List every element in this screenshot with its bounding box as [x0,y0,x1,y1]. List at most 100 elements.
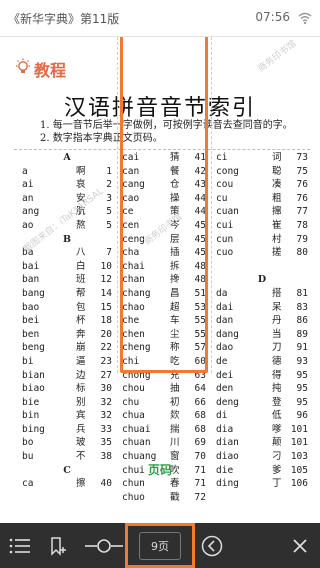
page-number: 73 [296,152,308,163]
page-slider[interactable] [82,523,126,568]
back-button[interactable] [192,523,232,568]
pinyin: chuan [122,437,151,449]
index-row: da 搭 81 [216,287,308,301]
index-row: ci 词 73 [216,151,308,165]
index-row: chou 抽 64 [122,382,206,396]
status-time: 07:56 [255,10,290,24]
page-number: 5 [106,206,112,218]
page-number: 83 [296,301,308,313]
page-number: 1 [106,165,112,177]
index-row: ban 班 12 [22,273,112,287]
index-row: bao 包 15 [22,301,112,315]
index-row: cui 崔 78 [216,219,308,233]
index-row: dan 丹 86 [216,314,308,328]
index-row: a 啊 1 [22,165,112,179]
index-row: dao 刀 91 [216,341,308,355]
example-character: 登 [272,396,282,408]
pinyin: beng [22,342,45,354]
pinyin: da [216,287,228,299]
close-icon [292,538,308,554]
page-number-caption: 页码 [147,463,172,477]
example-character: 撺 [272,206,282,218]
pinyin: dang [216,328,239,340]
index-row: bie 别 32 [22,396,112,410]
pinyin: bi [22,355,34,367]
index-letter-heading: D [257,274,267,286]
column-divider [211,37,212,373]
page-number-button[interactable]: 9页 [125,523,195,568]
example-character: 包 [76,301,86,313]
page-number: 72 [194,491,206,503]
index-row: bang 帮 14 [22,287,112,301]
close-button[interactable] [280,523,320,568]
pinyin: cong [216,165,239,177]
section-title: 教程 [34,61,67,80]
example-character: 刀 [272,342,282,354]
pinyin: cun [216,233,234,245]
pinyin: bie [22,396,40,408]
page-number: 35 [100,437,112,449]
index-row: dei 得 95 [216,369,308,383]
example-character: 扽 [272,383,282,395]
pinyin: ban [22,274,40,286]
pinyin: ang [22,206,40,218]
index-row: bei 杯 18 [22,314,112,328]
index-row: ben 奔 20 [22,328,112,342]
example-character: 宾 [76,410,86,422]
page-number: 106 [290,478,308,490]
page-number: 33 [100,423,112,435]
pinyin: dao [216,342,234,354]
pinyin: chu [122,396,140,408]
pinyin: ben [22,328,40,340]
pinyin: chua [122,410,145,422]
bookmark-add-button[interactable] [38,523,78,568]
example-character: 揣 [170,423,180,435]
page-number: 20 [100,328,112,340]
watermark: 商务印书馆 [256,38,299,75]
pinyin: cu [216,192,228,204]
page-content: 教程 汉语拼音音节索引 1. 每一音节后举一字做例，可按例字读音去查同音的字。 … [0,37,320,523]
menu-list-button[interactable] [0,523,40,568]
page-number: 95 [296,383,308,395]
pinyin: bin [22,410,40,422]
bulb-icon [14,58,32,76]
example-character: 德 [272,355,282,367]
pinyin: ci [216,152,228,163]
page-number: 77 [296,206,308,218]
index-row: dian 颠 101 [216,436,308,450]
page-number: 86 [296,315,308,327]
pinyin: dai [216,301,234,313]
slider-icon [85,537,123,555]
bookmark-add-icon [49,536,67,556]
example-character: 川 [170,437,180,449]
page-number: 95 [296,396,308,408]
page-number: 40 [100,478,112,490]
example-character: 哀 [76,179,86,191]
example-character: 村 [272,233,282,245]
wifi-icon [298,10,312,25]
example-character: 崩 [76,342,86,354]
index-row: cuan 撺 77 [216,205,308,219]
book-title: 《新华字典》第11版 [8,12,120,26]
example-character: 兵 [76,423,86,435]
page-number: 91 [296,342,308,354]
pinyin: a [22,165,28,177]
example-character: 聪 [272,165,282,177]
pinyin: bai [22,260,40,272]
example-character: 搭 [272,287,282,299]
pinyin: ca [22,478,34,490]
index-row: bin 宾 32 [22,409,112,423]
page-number: 75 [296,165,308,177]
pinyin: bei [22,315,40,327]
page-number: 68 [194,423,206,435]
index-row: bo 玻 35 [22,436,112,450]
example-character: 初 [170,396,180,408]
page-number: 96 [296,410,308,422]
index-row: chuo 戳 72 [122,491,206,505]
example-character: 丁 [272,478,282,490]
page-number: 30 [100,383,112,395]
index-row: bai 白 10 [22,260,112,274]
index-row: den 扽 95 [216,382,308,396]
index-row: chuai 揣 68 [122,423,206,437]
example-character: 低 [272,410,282,422]
